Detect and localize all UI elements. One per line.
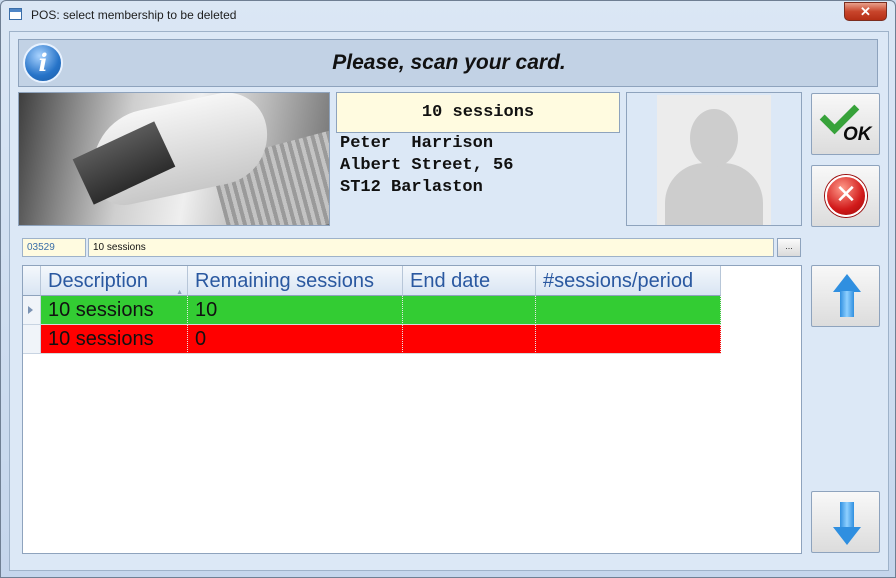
- cell-description: 10 sessions: [41, 296, 188, 325]
- membership-description-field[interactable]: 10 sessions: [88, 238, 774, 257]
- column-header-sessions-period[interactable]: #sessions/period: [536, 266, 721, 296]
- arrow-up-icon: [833, 274, 861, 292]
- row-indicator: [23, 325, 41, 354]
- column-header-remaining[interactable]: Remaining sessions: [188, 266, 403, 296]
- current-row-indicator: [23, 296, 41, 325]
- cell-sessions-period: [536, 325, 721, 354]
- scan-message: Please, scan your card.: [332, 51, 566, 74]
- cell-remaining: 10: [188, 296, 403, 325]
- ok-button[interactable]: OK: [811, 93, 880, 155]
- pos-window: POS: select membership to be deleted ✕ P…: [0, 0, 896, 578]
- cell-end-date: [403, 296, 536, 325]
- window-icon: [9, 8, 22, 20]
- dialog-body: Please, scan your card. i 10 sessions Pe…: [9, 31, 889, 571]
- cell-end-date: [403, 325, 536, 354]
- member-address: Albert Street, 56: [340, 156, 514, 175]
- cancel-x-icon: ✕: [825, 175, 867, 217]
- member-name: Peter Harrison: [340, 134, 494, 153]
- membership-name: 10 sessions: [336, 92, 620, 133]
- row-pointer-icon: [28, 306, 33, 314]
- message-banner: Please, scan your card. i: [18, 39, 878, 87]
- close-button[interactable]: ✕: [844, 2, 887, 21]
- window-title: POS: select membership to be deleted: [31, 8, 237, 22]
- title-bar: POS: select membership to be deleted ✕: [1, 1, 895, 31]
- cell-remaining: 0: [188, 325, 403, 354]
- row-indicator-header: [23, 266, 41, 296]
- cell-sessions-period: [536, 296, 721, 325]
- person-silhouette-icon: [657, 95, 771, 225]
- membership-code-field[interactable]: 03529: [22, 238, 86, 257]
- card-scan-image: [18, 92, 330, 226]
- memberships-grid: Description ▲ Remaining sessions End date…: [22, 265, 802, 554]
- cancel-button[interactable]: ✕: [811, 165, 880, 227]
- scroll-down-button[interactable]: [811, 491, 880, 553]
- cell-description: 10 sessions: [41, 325, 188, 354]
- member-city: ST12 Barlaston: [340, 178, 483, 197]
- column-header-end-date[interactable]: End date: [403, 266, 536, 296]
- info-icon: i: [23, 43, 63, 83]
- column-header-description[interactable]: Description ▲: [41, 266, 188, 296]
- scroll-up-button[interactable]: [811, 265, 880, 327]
- ok-label: OK: [843, 124, 872, 145]
- arrow-down-icon: [833, 527, 861, 545]
- browse-button[interactable]: ...: [777, 238, 801, 257]
- member-photo: [626, 92, 802, 226]
